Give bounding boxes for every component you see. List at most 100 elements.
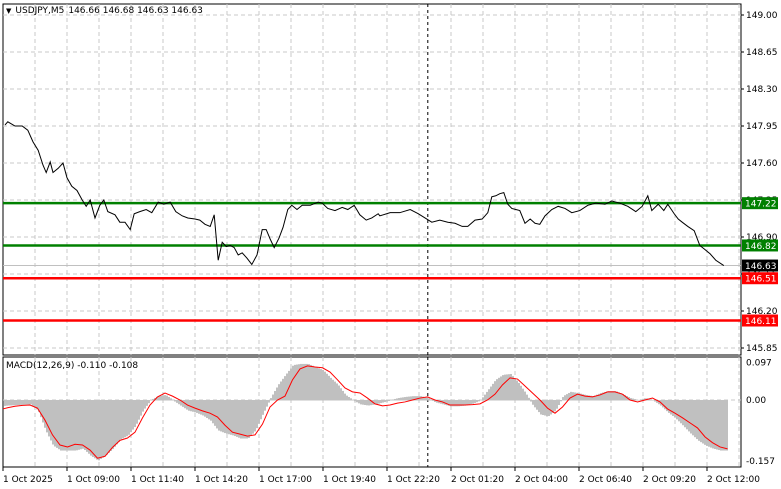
macd-histogram-bar (190, 400, 192, 412)
macd-histogram-bar (512, 376, 514, 401)
chart-canvas[interactable]: 149.00148.65148.30147.95147.60147.25146.… (0, 0, 781, 489)
macd-histogram-bar (694, 400, 696, 438)
macd-histogram-bar (198, 400, 200, 414)
macd-histogram-bar (348, 396, 350, 401)
macd-histogram-bar (722, 400, 724, 451)
macd-histogram-bar (16, 400, 18, 406)
macd-histogram-bar (44, 400, 46, 428)
macd-histogram-bar (120, 400, 122, 440)
time-label: 2 Oct 09:20 (643, 475, 696, 485)
macd-histogram-bar (94, 400, 96, 459)
macd-histogram-bar (316, 367, 318, 401)
macd-histogram-bar (146, 400, 148, 406)
macd-histogram-bar (482, 397, 484, 401)
macd-histogram-bar (206, 400, 208, 418)
macd-histogram-bar (700, 400, 702, 443)
macd-histogram-bar (394, 398, 396, 401)
macd-histogram-bar (716, 400, 718, 450)
time-label: 2 Oct 12:00 (707, 475, 760, 485)
macd-histogram-bar (362, 400, 364, 405)
price-tick-label: 148.65 (746, 48, 778, 58)
macd-histogram-bar (478, 400, 480, 402)
macd-histogram-bar (354, 400, 356, 402)
macd-histogram-bar (238, 400, 240, 438)
macd-histogram-bar (476, 400, 478, 403)
macd-histogram-bar (380, 400, 382, 404)
macd-histogram-bar (116, 400, 118, 445)
macd-histogram-bar (84, 400, 86, 451)
macd-histogram-bar (218, 400, 220, 431)
macd-histogram-bar (130, 400, 132, 433)
macd-histogram-bar (360, 400, 362, 405)
triangle-down-icon[interactable]: ▼ (6, 7, 11, 15)
macd-histogram-bar (8, 400, 10, 406)
price-line (4, 121, 725, 266)
macd-histogram-bar (400, 397, 402, 401)
macd-histogram-bar (160, 395, 162, 401)
macd-histogram-bar (150, 400, 152, 401)
macd-histogram-bar (544, 400, 546, 416)
macd-histogram-bar (236, 400, 238, 437)
macd-histogram-bar (92, 400, 94, 457)
macd-histogram-bar (368, 400, 370, 406)
macd-histogram-bar (214, 400, 216, 426)
macd-histogram-bar (224, 400, 226, 434)
macd-histogram-bar (108, 400, 110, 453)
macd-histogram-bar (262, 400, 264, 415)
macd-histogram-bar (670, 400, 672, 415)
macd-histogram-bar (366, 400, 368, 406)
macd-histogram-bar (506, 374, 508, 401)
macd-histogram-bar (166, 395, 168, 401)
macd-histogram-bar (142, 400, 144, 412)
macd-histogram-bar (650, 399, 652, 401)
macd-histogram-bar (258, 400, 260, 424)
macd-histogram-bar (64, 400, 66, 451)
macd-histogram-bar (480, 400, 482, 401)
macd-histogram-bar (528, 397, 530, 401)
macd-histogram-bar (562, 397, 564, 401)
macd-histogram-bar (294, 364, 296, 401)
macd-histogram-bar (384, 400, 386, 403)
time-label: 1 Oct 17:00 (259, 475, 312, 485)
macd-histogram-bar (668, 400, 670, 413)
ohlc-values: 146.66 146.68 146.63 146.63 (68, 6, 203, 16)
macd-histogram-bar (194, 400, 196, 413)
macd-histogram-bar (402, 397, 404, 401)
macd-histogram-bar (266, 400, 268, 407)
macd-histogram-bar (470, 400, 472, 405)
macd-histogram-bar (610, 391, 612, 401)
level-label: 147.22 (745, 200, 777, 210)
macd-histogram-bar (390, 400, 392, 401)
macd-values: -0.110 -0.108 (77, 361, 139, 371)
macd-histogram-bar (226, 400, 228, 434)
macd-histogram-bar (276, 387, 278, 401)
macd-histogram-bar (72, 400, 74, 451)
price-tick-label: 148.30 (746, 85, 778, 95)
macd-histogram-bar (170, 398, 172, 401)
macd-histogram-bar (636, 399, 638, 401)
macd-histogram-bar (304, 363, 306, 401)
macd-histogram-bar (122, 400, 124, 439)
level-label: 146.51 (745, 275, 777, 285)
macd-histogram-bar (10, 400, 12, 406)
current-price-label: 146.63 (745, 262, 777, 272)
macd-histogram-bar (134, 400, 136, 428)
macd-histogram-bar (272, 394, 274, 401)
macd-histogram-bar (68, 400, 70, 451)
macd-histogram-bar (168, 396, 170, 401)
macd-histogram-bar (612, 391, 614, 401)
macd-histogram-bar (684, 400, 686, 428)
macd-histogram-bar (608, 391, 610, 401)
time-label: 1 Oct 09:00 (67, 475, 120, 485)
macd-histogram-bar (532, 400, 534, 405)
macd-histogram-bar (232, 400, 234, 436)
macd-histogram-bar (70, 400, 72, 451)
macd-histogram-bar (90, 400, 92, 456)
macd-histogram-bar (140, 400, 142, 416)
macd-histogram-bar (242, 400, 244, 439)
macd-histogram-bar (724, 400, 726, 451)
macd-histogram-bar (124, 400, 126, 438)
macd-histogram-bar (200, 400, 202, 415)
time-label: 2 Oct 01:20 (451, 475, 504, 485)
macd-histogram-bar (638, 399, 640, 401)
